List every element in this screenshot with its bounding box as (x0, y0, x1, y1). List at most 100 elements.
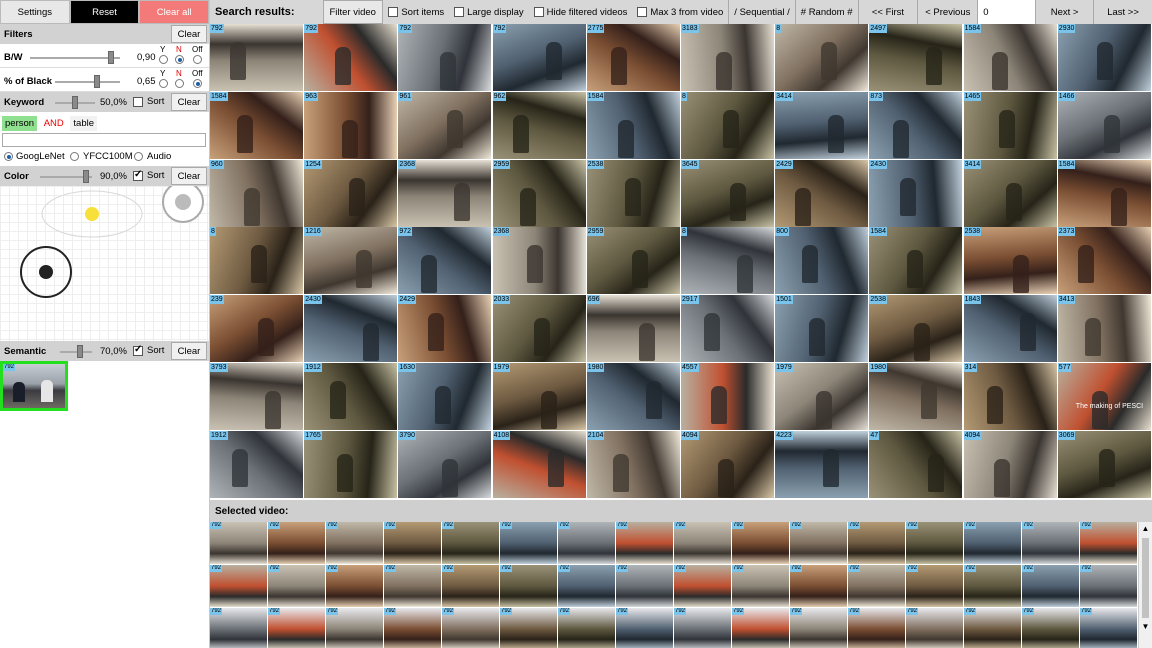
selected-video-frame[interactable]: 792 (1022, 565, 1079, 607)
selected-video-frame[interactable]: 792 (384, 608, 441, 648)
black-radio-y[interactable] (159, 79, 168, 88)
filters-clear-button[interactable]: Clear (171, 25, 207, 43)
selected-video-frame[interactable]: 792 (616, 522, 673, 564)
selected-video-frame[interactable]: 792 (268, 608, 325, 648)
keyword-slider-thumb[interactable] (72, 96, 78, 109)
selected-video-frame[interactable]: 792 (500, 565, 557, 607)
result-thumbnail[interactable]: 8 (210, 227, 303, 295)
sort-items-checkbox[interactable] (388, 7, 399, 17)
bw-radio-n[interactable] (175, 55, 184, 64)
max3-toggle[interactable]: Max 3 from video (632, 0, 728, 24)
result-thumbnail[interactable]: 3793 (210, 363, 303, 430)
result-thumbnail[interactable]: 8 (681, 91, 774, 159)
result-thumbnail[interactable]: 2538 (963, 227, 1057, 295)
result-thumbnail[interactable]: 972 (398, 227, 492, 295)
selected-video-frame[interactable]: 792 (790, 608, 847, 648)
selected-video-frame[interactable]: 792 (906, 522, 963, 564)
result-thumbnail[interactable]: 961 (398, 91, 492, 159)
settings-button[interactable]: Settings (0, 0, 70, 24)
result-thumbnail[interactable]: 3413 (1057, 295, 1151, 363)
keyword-input[interactable] (2, 133, 206, 147)
reset-button[interactable]: Reset (69, 0, 140, 24)
result-thumbnail[interactable]: 2429 (398, 295, 492, 363)
selected-video-frame[interactable]: 792 (1022, 608, 1079, 648)
result-thumbnail[interactable]: 8 (681, 227, 774, 295)
selected-video-frame[interactable]: 792 (326, 565, 383, 607)
result-thumbnail[interactable]: 1980 (586, 363, 680, 430)
last-button[interactable]: Last >> (1094, 0, 1152, 24)
result-thumbnail[interactable]: 47 (869, 430, 963, 498)
result-thumbnail[interactable]: 873 (869, 91, 963, 159)
first-button[interactable]: << First (859, 0, 919, 24)
semantic-slider-thumb[interactable] (77, 345, 83, 358)
result-thumbnail[interactable]: 2538 (586, 159, 680, 227)
result-thumbnail[interactable]: 2430 (304, 295, 398, 363)
result-thumbnail[interactable]: 2430 (869, 159, 963, 227)
keyword-slider[interactable] (55, 96, 95, 109)
result-thumbnail[interactable]: 239 (210, 295, 303, 363)
selected-video-frame[interactable]: 792 (674, 608, 731, 648)
result-thumbnail[interactable]: 8 (775, 24, 869, 91)
selected-video-frame[interactable]: 792 (964, 522, 1021, 564)
result-thumbnail[interactable]: 1466 (1057, 91, 1151, 159)
selected-video-frame[interactable]: 792 (616, 565, 673, 607)
result-thumbnail[interactable]: 1912 (304, 363, 398, 430)
selected-video-frame[interactable]: 792 (906, 608, 963, 648)
keyword-term-table[interactable]: table (70, 116, 98, 131)
keyword-sort-checkbox[interactable] (133, 97, 143, 107)
scroll-thumb[interactable] (1142, 538, 1149, 618)
selected-video-frame[interactable]: 792 (210, 522, 267, 564)
result-thumbnail[interactable]: 3069 (1057, 430, 1151, 498)
selected-video-frame[interactable]: 792 (732, 608, 789, 648)
semantic-clear-button[interactable]: Clear (171, 342, 207, 360)
selected-video-frame[interactable]: 792 (674, 565, 731, 607)
color-slider-thumb[interactable] (83, 170, 89, 183)
color-slider[interactable] (40, 170, 92, 183)
semantic-sort-checkbox[interactable] (133, 344, 143, 356)
result-thumbnail[interactable]: 314 (963, 363, 1057, 430)
page-input[interactable]: 0 (978, 0, 1037, 24)
result-thumbnail[interactable]: 4094 (963, 430, 1057, 498)
result-thumbnail[interactable]: 2429 (775, 159, 869, 227)
result-thumbnail[interactable]: 1584 (210, 91, 303, 159)
result-thumbnail[interactable]: 2775 (586, 24, 680, 91)
result-thumbnail[interactable]: 1979 (775, 363, 869, 430)
selected-video-frame[interactable]: 792 (326, 522, 383, 564)
selected-video-frame[interactable]: 792 (210, 608, 267, 648)
result-thumbnail[interactable]: 1630 (398, 363, 492, 430)
result-thumbnail[interactable]: 2373 (1057, 227, 1151, 295)
selected-video-frame[interactable]: 792 (848, 608, 905, 648)
result-thumbnail[interactable]: 1979 (492, 363, 586, 430)
result-thumbnail[interactable]: 962 (492, 91, 586, 159)
selected-video-frame[interactable]: 792 (674, 522, 731, 564)
result-thumbnail[interactable]: 1584 (1057, 159, 1151, 227)
result-thumbnail[interactable]: 800 (775, 227, 869, 295)
result-thumbnail[interactable]: 1584 (963, 24, 1057, 91)
result-thumbnail[interactable]: 4094 (681, 430, 774, 498)
result-thumbnail[interactable]: 963 (304, 91, 398, 159)
sequential-button[interactable]: / Sequential / (728, 0, 796, 24)
result-thumbnail[interactable]: 3414 (963, 159, 1057, 227)
result-thumbnail[interactable]: 2033 (492, 295, 586, 363)
semantic-example-thumb[interactable]: 792 (0, 361, 68, 411)
result-thumbnail[interactable]: 4108 (492, 430, 586, 498)
black-radio-off[interactable] (193, 79, 202, 88)
hide-filtered-toggle[interactable]: Hide filtered videos (529, 0, 633, 24)
result-thumbnail[interactable]: 3183 (681, 24, 774, 91)
selected-video-frame[interactable]: 792 (442, 608, 499, 648)
selected-video-frame[interactable]: 792 (790, 522, 847, 564)
scroll-up-arrow[interactable]: ▲ (1139, 522, 1152, 536)
result-thumbnail[interactable]: 1843 (963, 295, 1057, 363)
color-sort-checkbox[interactable] (133, 169, 143, 181)
result-thumbnail[interactable]: 2959 (492, 159, 586, 227)
selected-video-frame[interactable]: 792 (558, 565, 615, 607)
selected-video-frame[interactable]: 792 (442, 565, 499, 607)
selected-video-frame[interactable]: 792 (500, 608, 557, 648)
result-thumbnail[interactable]: 1912 (210, 430, 303, 498)
result-thumbnail[interactable]: 1980 (869, 363, 963, 430)
result-thumbnail[interactable]: 1216 (304, 227, 398, 295)
black-radio-n[interactable] (175, 79, 184, 88)
clear-all-button[interactable]: Clear all (139, 0, 210, 24)
yfcc-radio[interactable] (70, 152, 79, 161)
result-thumbnail[interactable]: 3414 (775, 91, 869, 159)
